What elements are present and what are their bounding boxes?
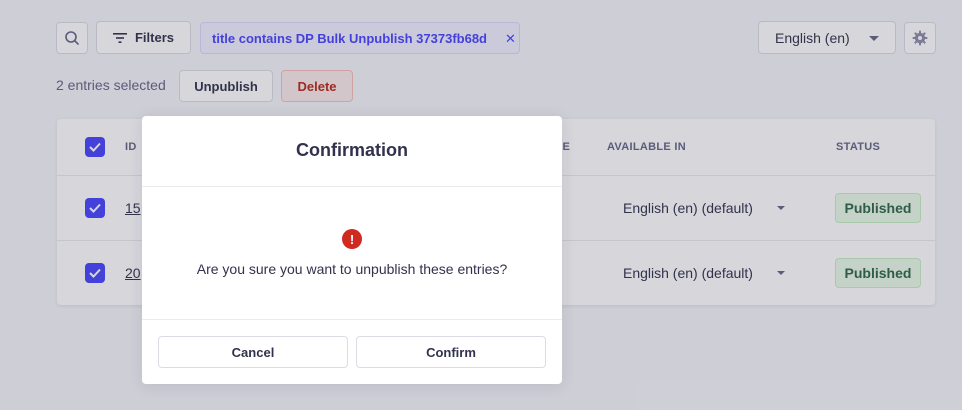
dialog-header-divider [142, 186, 562, 187]
confirmation-dialog: Confirmation ! Are you sure you want to … [142, 116, 562, 384]
dialog-message: Are you sure you want to unpublish these… [196, 261, 508, 277]
confirm-button[interactable]: Confirm [356, 336, 546, 368]
content-manager-list-view: Filters title contains DP Bulk Unpublish… [0, 0, 962, 410]
dialog-title: Confirmation [296, 140, 408, 160]
warning-icon: ! [342, 229, 362, 249]
confirm-button-label: Confirm [426, 344, 476, 360]
dialog-footer-divider [142, 319, 562, 320]
cancel-button-label: Cancel [231, 344, 275, 360]
cancel-button[interactable]: Cancel [158, 336, 348, 368]
